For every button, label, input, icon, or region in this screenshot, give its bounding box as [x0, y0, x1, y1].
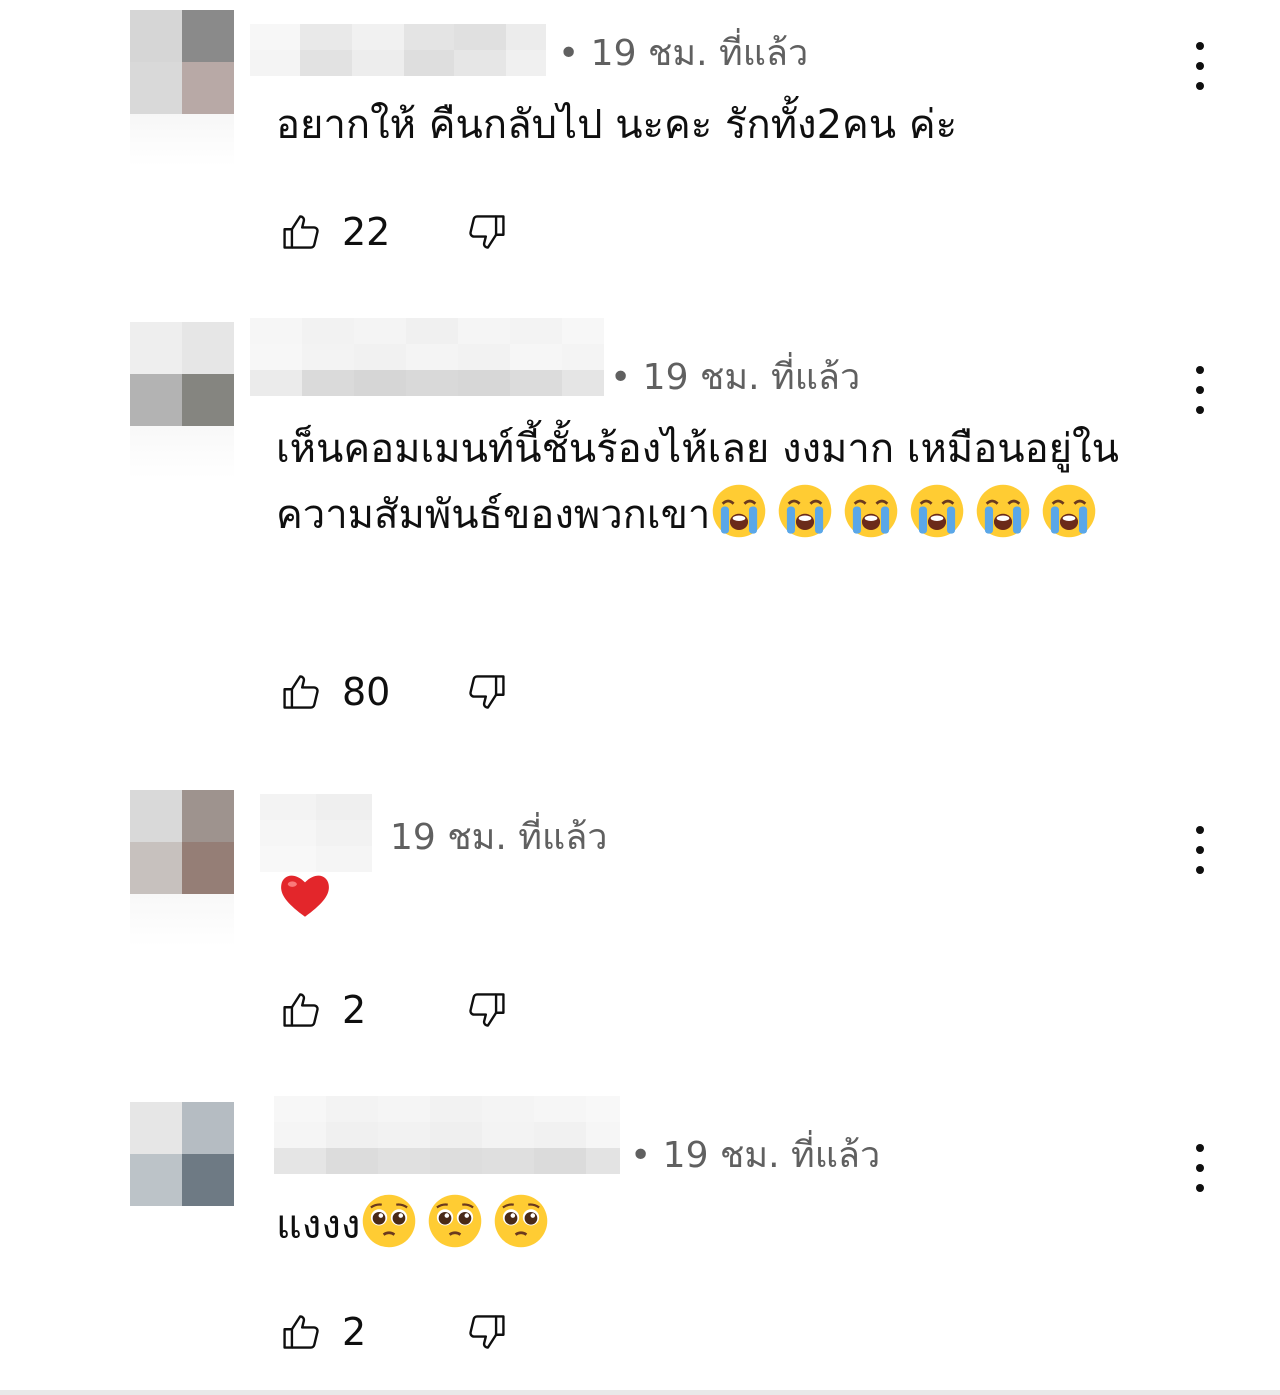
comment-emojis — [710, 484, 1106, 538]
comment-text: อยากให้ คืนกลับไป นะคะ รักทั้ง2คน ค่ะ — [276, 102, 958, 148]
like-count: 22 — [342, 210, 391, 254]
comment-actions: 80 — [280, 670, 505, 714]
like-count: 80 — [342, 670, 391, 714]
dislike-button[interactable] — [464, 210, 508, 254]
thumbs-up-icon — [283, 993, 319, 1027]
loudly-crying-face-icon — [1040, 482, 1098, 540]
loudly-crying-face-icon — [776, 482, 834, 540]
comment-text: แงงง — [276, 1192, 1156, 1258]
more-options-icon[interactable] — [1186, 1144, 1214, 1192]
more-options-icon[interactable] — [1186, 42, 1214, 90]
comment-text-content: แงงง — [276, 1202, 361, 1248]
dislike-button[interactable] — [464, 670, 508, 714]
like-button[interactable]: 80 — [280, 670, 390, 714]
like-button[interactable]: 2 — [280, 1310, 366, 1354]
author-name-redacted[interactable] — [274, 1096, 620, 1174]
dislike-button[interactable] — [464, 1310, 508, 1354]
bottom-divider — [0, 1390, 1280, 1395]
pleading-face-icon — [360, 1192, 418, 1250]
avatar[interactable] — [130, 790, 234, 894]
author-name-redacted[interactable] — [250, 318, 604, 396]
comment-timestamp: • 19 ชม. ที่แล้ว — [610, 357, 861, 398]
avatar[interactable] — [130, 322, 234, 426]
dislike-button[interactable] — [464, 988, 508, 1032]
author-name-redacted[interactable] — [260, 794, 372, 872]
avatar[interactable] — [130, 10, 234, 114]
comment-emojis — [360, 1194, 558, 1248]
thumbs-down-icon — [469, 1315, 505, 1349]
loudly-crying-face-icon — [842, 482, 900, 540]
comment-text — [276, 866, 1156, 932]
red-heart-icon — [276, 866, 334, 924]
loudly-crying-face-icon — [974, 482, 1032, 540]
thumbs-down-icon — [469, 215, 505, 249]
pleading-face-icon — [492, 1192, 550, 1250]
like-button[interactable]: 22 — [280, 210, 390, 254]
thumbs-up-icon — [283, 215, 319, 249]
avatar-shadow — [130, 114, 234, 166]
thumbs-up-icon — [283, 675, 319, 709]
thumbs-down-icon — [469, 675, 505, 709]
more-options-icon[interactable] — [1186, 366, 1214, 414]
comment-emojis — [276, 875, 342, 922]
loudly-crying-face-icon — [908, 482, 966, 540]
comment-actions: 22 — [280, 210, 505, 254]
comment-actions: 2 — [280, 988, 505, 1032]
author-name-redacted[interactable] — [250, 24, 546, 76]
thumbs-down-icon — [469, 993, 505, 1027]
avatar-shadow — [130, 426, 234, 478]
like-button[interactable]: 2 — [280, 988, 366, 1032]
comment-text: เห็นคอมเมนท์นี้ชั้นร้องไห้เลย งงมาก เหมื… — [276, 416, 1156, 548]
pleading-face-icon — [426, 1192, 484, 1250]
more-options-icon[interactable] — [1186, 826, 1214, 874]
like-count: 2 — [342, 988, 367, 1032]
like-count: 2 — [342, 1310, 367, 1354]
comment-timestamp: • 19 ชม. ที่แล้ว — [630, 1135, 881, 1176]
thumbs-up-icon — [283, 1315, 319, 1349]
loudly-crying-face-icon — [710, 482, 768, 540]
comment-actions: 2 — [280, 1310, 505, 1354]
comment-timestamp: 19 ชม. ที่แล้ว — [390, 817, 608, 858]
avatar-shadow — [130, 894, 234, 946]
avatar[interactable] — [130, 1102, 234, 1206]
comment-timestamp: • 19 ชม. ที่แล้ว — [558, 33, 809, 74]
